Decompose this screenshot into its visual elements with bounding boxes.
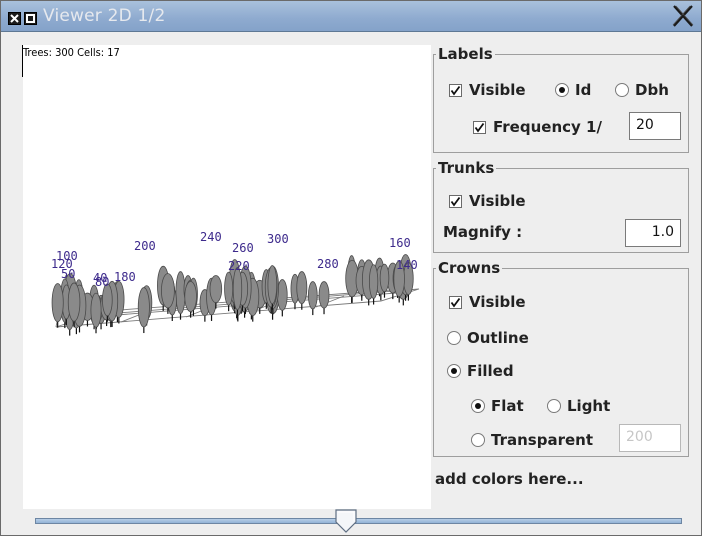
- crowns-outline-radio[interactable]: Outline: [447, 329, 529, 347]
- radio-unselected-icon: [471, 433, 485, 447]
- viewer-window: Viewer 2D 1/2 Trees: 300 Cells: 17 100 1…: [0, 0, 702, 536]
- tree-crown: [368, 264, 379, 299]
- tree-crown: [51, 283, 64, 323]
- trunks-legend: Trunks: [438, 159, 495, 177]
- checkbox-checked-icon: [473, 120, 486, 134]
- title-bar[interactable]: Viewer 2D 1/2: [1, 1, 701, 32]
- tree-label: 140: [396, 258, 418, 272]
- tree-label: 180: [114, 270, 136, 284]
- radio-selected-icon: [447, 364, 461, 378]
- crowns-visible-label: Visible: [469, 293, 526, 311]
- magnify-input[interactable]: 1.0: [625, 219, 681, 247]
- frequency-checkbox[interactable]: Frequency 1/: [473, 118, 602, 136]
- tree-crown: [137, 287, 150, 328]
- frequency-input[interactable]: 20: [629, 112, 681, 140]
- tree-label: 260: [232, 241, 254, 255]
- crowns-legend: Crowns: [438, 259, 501, 277]
- tree-crown: [379, 263, 390, 293]
- radio-selected-icon: [555, 83, 569, 97]
- stand-scene: [51, 254, 420, 336]
- window-menu-close-icon[interactable]: [8, 12, 21, 25]
- zoom-slider-thumb[interactable]: [334, 509, 357, 533]
- magnify-label: Magnify :: [443, 223, 523, 241]
- zoom-slider-track[interactable]: [35, 518, 682, 524]
- tree-crown: [67, 282, 81, 322]
- tree-crown: [232, 267, 243, 311]
- transparent-label: Transparent: [491, 431, 593, 449]
- window-title: Viewer 2D 1/2: [43, 6, 166, 26]
- frequency-label: Frequency 1/: [493, 118, 602, 136]
- outline-label: Outline: [467, 329, 529, 347]
- labels-legend: Labels: [438, 45, 493, 63]
- tree-crown: [296, 271, 308, 305]
- checkbox-checked-icon: [449, 83, 462, 97]
- radio-unselected-icon: [447, 331, 461, 345]
- checkbox-checked-icon: [449, 295, 462, 309]
- tree-label: 280: [317, 257, 339, 271]
- trees-cells-info: Trees: 300 Cells: 17: [23, 46, 120, 59]
- tree-crown: [184, 281, 197, 313]
- tree-label: 160: [389, 236, 411, 250]
- labels-id-label: Id: [575, 81, 592, 99]
- tree-crown: [267, 265, 278, 305]
- light-label: Light: [567, 397, 611, 415]
- close-window-icon[interactable]: [671, 4, 695, 28]
- tree-crown: [224, 271, 234, 306]
- labels-visible-checkbox[interactable]: Visible: [449, 81, 526, 99]
- colors-hint: add colors here...: [435, 470, 584, 488]
- window-maximize-icon[interactable]: [24, 12, 37, 25]
- tree-label: 240: [200, 230, 222, 244]
- crowns-visible-checkbox[interactable]: Visible: [449, 293, 526, 311]
- crowns-transparent-radio[interactable]: Transparent: [471, 431, 593, 449]
- labels-dbh-label: Dbh: [635, 81, 669, 99]
- trunks-visible-label: Visible: [469, 192, 526, 210]
- flat-label: Flat: [491, 397, 524, 415]
- tree-crown: [307, 281, 318, 310]
- tree-crown: [209, 275, 223, 303]
- tree-label: 80: [95, 275, 110, 289]
- labels-id-radio[interactable]: Id: [555, 81, 591, 99]
- tree-crown: [318, 281, 330, 309]
- radio-unselected-icon: [547, 399, 561, 413]
- labels-visible-label: Visible: [469, 81, 526, 99]
- tree-label: 300: [267, 232, 289, 246]
- radio-unselected-icon: [615, 83, 629, 97]
- tree-label: 50: [61, 267, 76, 281]
- transparency-input[interactable]: 200: [619, 424, 681, 452]
- checkbox-checked-icon: [449, 194, 462, 208]
- tree-crown: [90, 292, 102, 328]
- crowns-light-radio[interactable]: Light: [547, 397, 610, 415]
- tree-label: 200: [134, 239, 156, 253]
- tree-label: 220: [228, 259, 250, 273]
- trunks-visible-checkbox[interactable]: Visible: [449, 192, 526, 210]
- radio-selected-icon: [471, 399, 485, 413]
- labels-dbh-radio[interactable]: Dbh: [615, 81, 669, 99]
- control-panel: Labels Visible Id Dbh Frequency 1/ 20 Tr…: [433, 45, 691, 493]
- crowns-flat-radio[interactable]: Flat: [471, 397, 524, 415]
- crowns-filled-radio[interactable]: Filled: [447, 362, 514, 380]
- filled-label: Filled: [467, 362, 514, 380]
- tree-crown: [161, 273, 175, 309]
